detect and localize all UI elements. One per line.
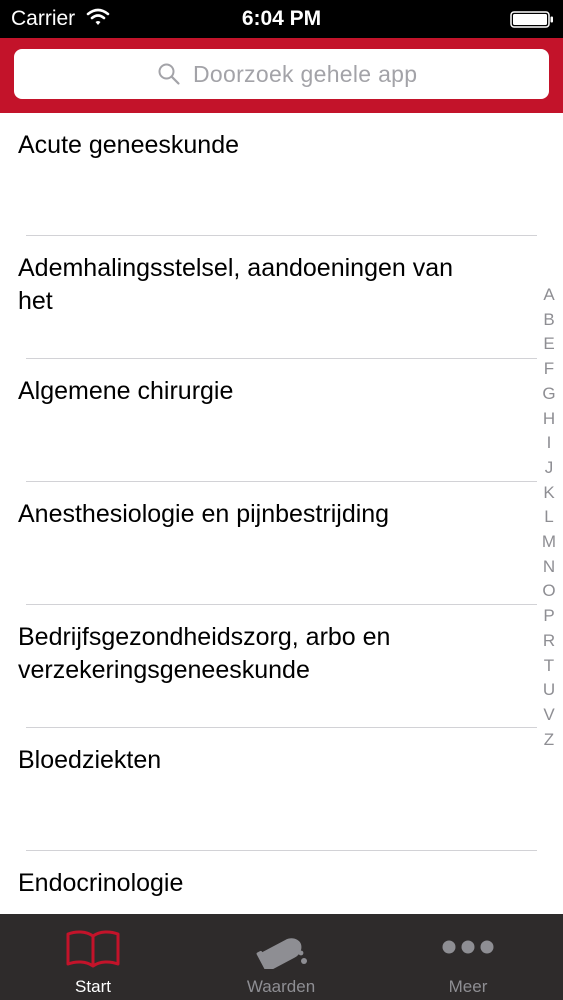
index-letter-h[interactable]: H — [536, 407, 562, 432]
alphabet-index[interactable]: A B E F G H I J K L M N O P R T U V Z — [536, 283, 562, 752]
index-letter-t[interactable]: T — [536, 654, 562, 679]
index-letter-f[interactable]: F — [536, 357, 562, 382]
index-letter-b[interactable]: B — [536, 308, 562, 333]
search-input[interactable]: Doorzoek gehele app — [14, 49, 549, 99]
book-icon — [66, 930, 120, 968]
list-item[interactable]: Acute geneeskunde — [0, 113, 563, 236]
list-item-label: Bedrijfsgezondheidszorg, arbo en verzeke… — [18, 623, 391, 684]
list-item-label: Anesthesiologie en pijnbestrijding — [18, 500, 390, 528]
index-letter-o[interactable]: O — [536, 579, 562, 604]
index-letter-v[interactable]: V — [536, 703, 562, 728]
list-item[interactable]: Endocrinologie — [0, 851, 563, 914]
list-item[interactable]: Bedrijfsgezondheidszorg, arbo en verzeke… — [0, 605, 563, 728]
status-time: 6:04 PM — [241, 7, 322, 30]
list-item[interactable]: Ademhalingsstelsel, aandoeningen van het — [0, 236, 563, 359]
battery-icon — [510, 11, 553, 28]
index-letter-e[interactable]: E — [536, 332, 562, 357]
index-letter-l[interactable]: L — [536, 505, 562, 530]
tab-meer-label: Meer — [448, 977, 488, 996]
tab-bar: Start Waarden Meer — [0, 914, 563, 1000]
index-letter-m[interactable]: M — [536, 530, 562, 555]
tab-start-label: Start — [75, 977, 111, 996]
index-letter-j[interactable]: J — [536, 456, 562, 481]
index-letter-r[interactable]: R — [536, 629, 562, 654]
index-letter-i[interactable]: I — [536, 431, 562, 456]
list-item-label: Ademhalingsstelsel, aandoeningen van het — [18, 254, 454, 315]
flask-icon — [256, 938, 307, 969]
app-screen: Carrier 6:04 PM Doorzoek gehele app Acut… — [0, 0, 563, 1000]
index-letter-k[interactable]: K — [536, 481, 562, 506]
status-bar: Carrier 6:04 PM — [0, 0, 563, 38]
index-letter-u[interactable]: U — [536, 678, 562, 703]
tab-meer[interactable]: Meer — [405, 914, 531, 1000]
tab-waarden-label: Waarden — [246, 977, 316, 996]
list-item[interactable]: Bloedziekten — [0, 728, 563, 851]
index-letter-z[interactable]: Z — [536, 728, 562, 753]
list-item-label: Algemene chirurgie — [18, 377, 234, 405]
list-item-label: Acute geneeskunde — [18, 131, 240, 159]
index-letter-p[interactable]: P — [536, 604, 562, 629]
more-dots-icon — [442, 940, 494, 954]
tab-waarden[interactable]: Waarden — [218, 914, 344, 1000]
list-item[interactable]: Algemene chirurgie — [0, 359, 563, 482]
list-item[interactable]: Anesthesiologie en pijnbestrijding — [0, 482, 563, 605]
list-item-label: Endocrinologie — [18, 869, 184, 897]
search-header: Doorzoek gehele app — [0, 38, 563, 113]
search-placeholder: Doorzoek gehele app — [193, 61, 418, 87]
list-item-label: Bloedziekten — [18, 746, 162, 774]
specialty-list: Acute geneeskunde Ademhalingsstelsel, aa… — [0, 113, 563, 914]
search-icon — [158, 63, 180, 85]
tab-start[interactable]: Start — [30, 914, 156, 1000]
index-letter-n[interactable]: N — [536, 555, 562, 580]
index-letter-a[interactable]: A — [536, 283, 562, 308]
index-letter-g[interactable]: G — [536, 382, 562, 407]
